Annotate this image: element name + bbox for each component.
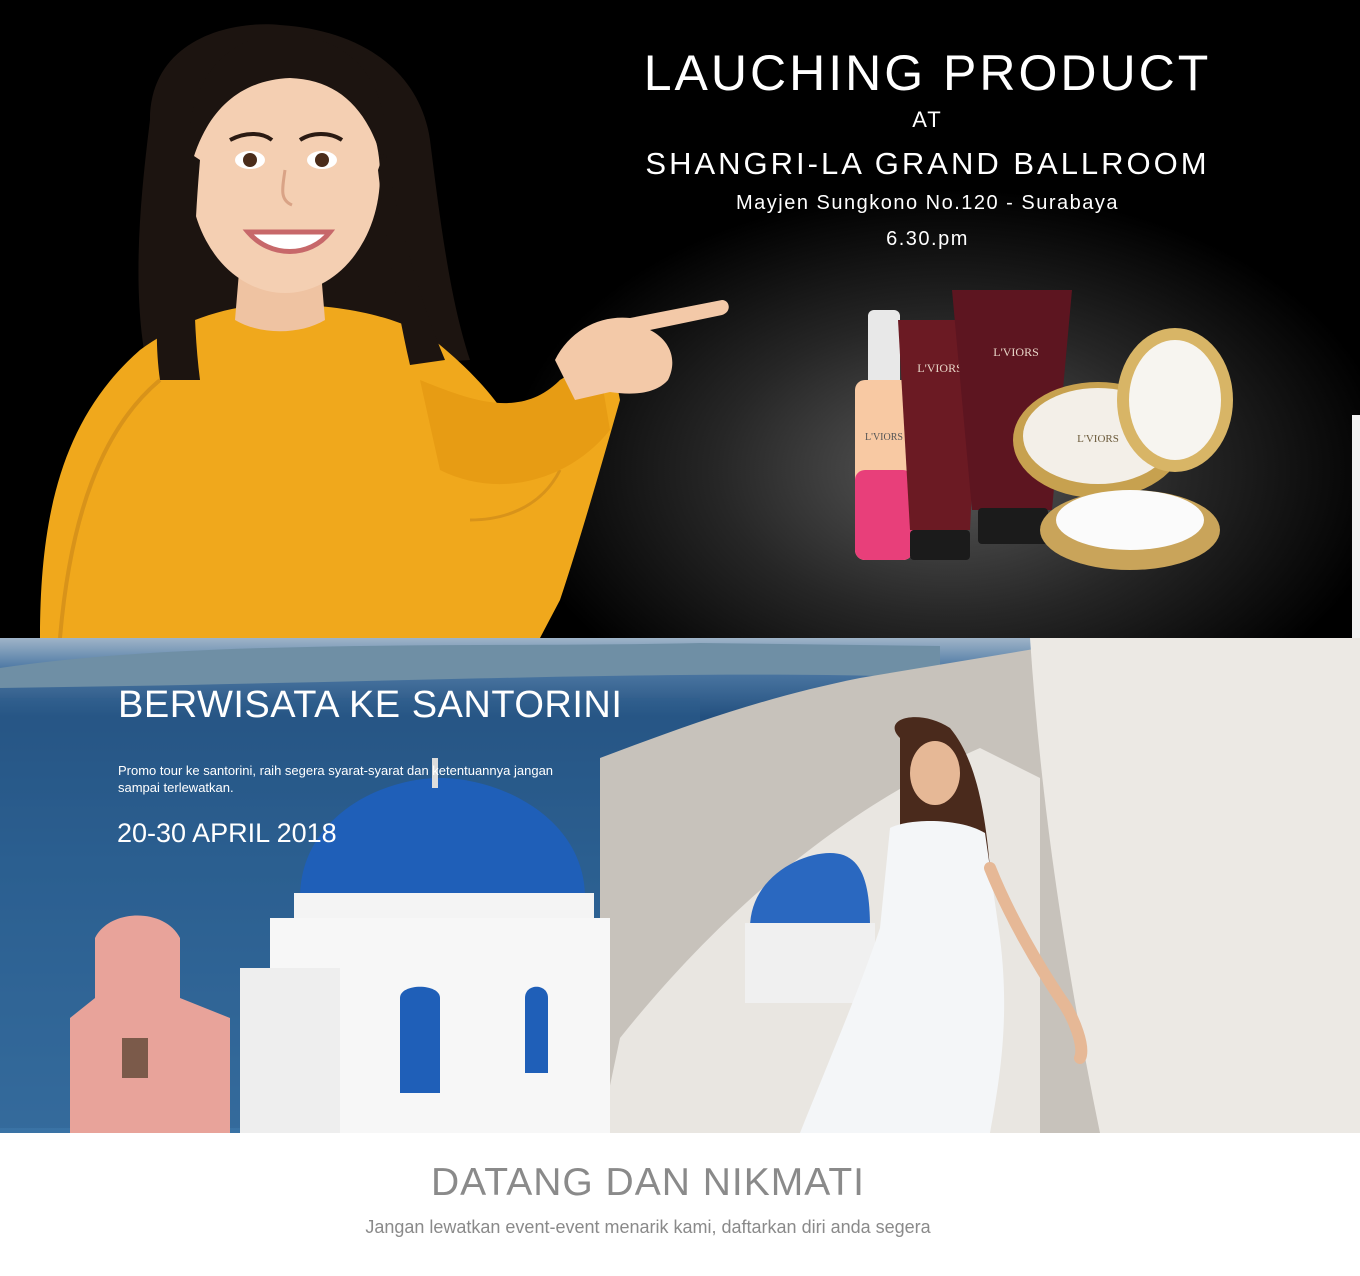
- promo-date: 20-30 APRIL 2018: [117, 818, 337, 848]
- banner-edge-divider: [1352, 415, 1360, 638]
- banner-time: 6.30.pm: [886, 228, 969, 250]
- svg-text:L'VIORS: L'VIORS: [1077, 433, 1119, 445]
- banner-venue: SHANGRI-LA GRAND BALLROOM: [645, 146, 1210, 181]
- cta-subtitle: Jangan lewatkan event-event menarik kami…: [365, 1217, 931, 1237]
- banner-title: LAUCHING PRODUCT: [643, 45, 1212, 101]
- svg-text:L'VIORS: L'VIORS: [917, 361, 963, 375]
- product-group-image: L'VIORS L'VIORS L'VIORS L'VIORS: [855, 290, 1233, 570]
- cta-title: DATANG DAN NIKMATI: [430, 1161, 865, 1204]
- banner-address: Mayjen Sungkono No.120 - Surabaya: [735, 192, 1120, 214]
- product-launch-banner[interactable]: L'VIORS L'VIORS L'VIORS L'VIORS LAUCHING…: [0, 0, 1360, 638]
- promo-title: BERWISATA KE SANTORINI: [118, 684, 623, 726]
- svg-text:L'VIORS: L'VIORS: [865, 432, 903, 443]
- cta-section: DATANG DAN NIKMATI Jangan lewatkan event…: [0, 1133, 1360, 1276]
- banner-at-label: AT: [912, 107, 943, 132]
- santorini-promo-banner[interactable]: BERWISATA KE SANTORINI Promo tour ke san…: [0, 638, 1360, 1133]
- promo-description: Promo tour ke santorini, raih segera sya…: [118, 763, 554, 795]
- svg-text:L'VIORS: L'VIORS: [993, 345, 1039, 359]
